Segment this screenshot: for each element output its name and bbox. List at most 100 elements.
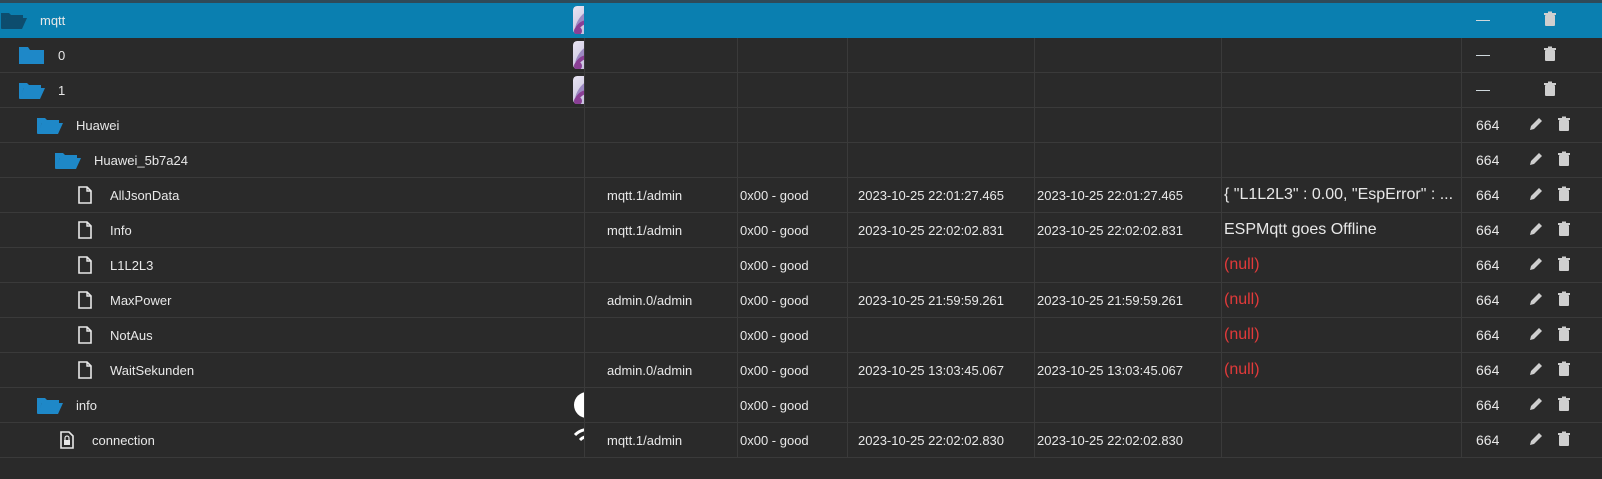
quality: 0x00 - good xyxy=(740,292,809,308)
permissions: 664 xyxy=(1476,222,1500,238)
name-cell: WaitSekunden xyxy=(0,353,585,387)
table-row[interactable]: L1L2L3 0x00 - good (null) 664 xyxy=(0,248,1602,283)
edit-icon[interactable] xyxy=(1528,151,1544,167)
lastchange-cell: 2023-10-25 22:02:02.831 xyxy=(1035,213,1222,247)
role-icon-wrap xyxy=(573,426,584,453)
table-row[interactable]: Info mqtt.1/admin 0x00 - good 2023-10-25 22… xyxy=(0,213,1602,248)
lastchange-cell xyxy=(1035,318,1222,352)
value-cell[interactable] xyxy=(1222,108,1462,142)
actions-cell xyxy=(1518,248,1602,282)
value-cell[interactable] xyxy=(1222,143,1462,177)
quality: 0x00 - good xyxy=(740,397,809,413)
permissions-cell: 664 xyxy=(1462,108,1518,142)
actions-cell xyxy=(1518,388,1602,422)
delete-icon[interactable] xyxy=(1542,11,1558,27)
delete-icon[interactable] xyxy=(1556,151,1572,167)
value-cell[interactable] xyxy=(1222,388,1462,422)
table-row[interactable]: AllJsonData mqtt.1/admin 0x00 - good 2023-1… xyxy=(0,178,1602,213)
permissions-cell xyxy=(1462,3,1518,37)
lastchange-cell xyxy=(1035,38,1222,72)
permissions-cell: 664 xyxy=(1462,178,1518,212)
table-row[interactable]: Huawei_5b7a24 664 xyxy=(0,143,1602,178)
timestamp: 2023-10-25 22:02:02.831 xyxy=(858,222,1005,238)
timestamp-cell: 2023-10-25 22:02:02.831 xyxy=(848,213,1035,247)
file-icon xyxy=(78,291,92,309)
name-cell: AllJsonData xyxy=(0,178,585,212)
table-row[interactable]: connection mqtt.1/admin 0x00 - good 2023-10… xyxy=(0,423,1602,458)
value-cell[interactable] xyxy=(1222,73,1462,107)
value-cell[interactable] xyxy=(1222,38,1462,72)
actions-cell xyxy=(1518,38,1602,72)
table-row[interactable]: Huawei 664 xyxy=(0,108,1602,143)
lock-file-icon xyxy=(60,431,74,449)
delete-icon[interactable] xyxy=(1542,81,1558,97)
no-permissions-dash xyxy=(1476,89,1490,91)
timestamp-cell xyxy=(848,143,1035,177)
edit-icon[interactable] xyxy=(1528,221,1544,237)
permissions: 664 xyxy=(1476,327,1500,343)
value-cell[interactable] xyxy=(1222,3,1462,37)
folder-open-icon xyxy=(37,398,63,414)
role-icon-wrap xyxy=(573,6,584,37)
object-name: AllJsonData xyxy=(110,187,180,203)
delete-icon[interactable] xyxy=(1556,221,1572,237)
table-row[interactable]: WaitSekunden admin.0/admin 0x00 - good 2023… xyxy=(0,353,1602,388)
edit-icon[interactable] xyxy=(1528,291,1544,307)
delete-icon[interactable] xyxy=(1542,46,1558,62)
timestamp-cell xyxy=(848,248,1035,282)
name-cell: Huawei_5b7a24 xyxy=(0,143,585,177)
actions-cell xyxy=(1518,283,1602,317)
delete-icon[interactable] xyxy=(1556,116,1572,132)
value-cell[interactable]: (null) xyxy=(1222,248,1462,282)
quality-cell: 0x00 - good xyxy=(738,318,848,352)
lastchange-cell xyxy=(1035,3,1222,37)
object-tree-table: mqtt 0 1 Huawei 664 Huawei_5b7a24 664 AllJsonDa… xyxy=(0,3,1602,458)
value-cell[interactable]: (null) xyxy=(1222,283,1462,317)
quality-cell xyxy=(738,143,848,177)
permissions-cell: 664 xyxy=(1462,423,1518,457)
delete-icon[interactable] xyxy=(1556,396,1572,412)
lastchange-cell xyxy=(1035,388,1222,422)
last-change: 2023-10-25 22:01:27.465 xyxy=(1037,187,1184,203)
table-row[interactable]: info 0x00 - good 664 xyxy=(0,388,1602,423)
edit-icon[interactable] xyxy=(1528,431,1544,447)
edit-icon[interactable] xyxy=(1528,256,1544,272)
timestamp-cell: 2023-10-25 13:03:45.067 xyxy=(848,353,1035,387)
object-name: Huawei xyxy=(76,117,120,133)
object-name: WaitSekunden xyxy=(110,362,195,378)
permissions: 664 xyxy=(1476,257,1500,273)
file-icon xyxy=(78,361,92,379)
value: (null) xyxy=(1224,256,1260,273)
edit-icon[interactable] xyxy=(1528,186,1544,202)
user: admin.0/admin xyxy=(607,292,693,308)
timestamp-cell xyxy=(848,73,1035,107)
value-cell[interactable]: ESPMqtt goes Offline xyxy=(1222,213,1462,247)
edit-icon[interactable] xyxy=(1528,396,1544,412)
object-name: mqtt xyxy=(40,12,66,28)
edit-icon[interactable] xyxy=(1528,326,1544,342)
table-row[interactable]: 1 xyxy=(0,73,1602,108)
value-cell[interactable]: (null) xyxy=(1222,353,1462,387)
no-permissions-dash xyxy=(1476,19,1490,21)
table-row[interactable]: MaxPower admin.0/admin 0x00 - good 2023-10-… xyxy=(0,283,1602,318)
delete-icon[interactable] xyxy=(1556,291,1572,307)
table-row[interactable]: NotAus 0x00 - good (null) 664 xyxy=(0,318,1602,353)
table-row[interactable]: mqtt xyxy=(0,3,1602,38)
table-row[interactable]: 0 xyxy=(0,38,1602,73)
edit-icon[interactable] xyxy=(1528,116,1544,132)
value-cell[interactable] xyxy=(1222,423,1462,457)
delete-icon[interactable] xyxy=(1556,326,1572,342)
delete-icon[interactable] xyxy=(1556,186,1572,202)
user: mqtt.1/admin xyxy=(607,222,683,238)
value-cell[interactable]: (null) xyxy=(1222,318,1462,352)
permissions-cell: 664 xyxy=(1462,283,1518,317)
edit-icon[interactable] xyxy=(1528,361,1544,377)
value-cell[interactable]: { "L1L2L3" : 0.00, "EspError" : ... xyxy=(1222,178,1462,212)
name-cell: MaxPower xyxy=(0,283,585,317)
delete-icon[interactable] xyxy=(1556,431,1572,447)
actions-cell xyxy=(1518,423,1602,457)
delete-icon[interactable] xyxy=(1556,361,1572,377)
delete-icon[interactable] xyxy=(1556,256,1572,272)
timestamp-cell xyxy=(848,318,1035,352)
quality: 0x00 - good xyxy=(740,432,809,448)
